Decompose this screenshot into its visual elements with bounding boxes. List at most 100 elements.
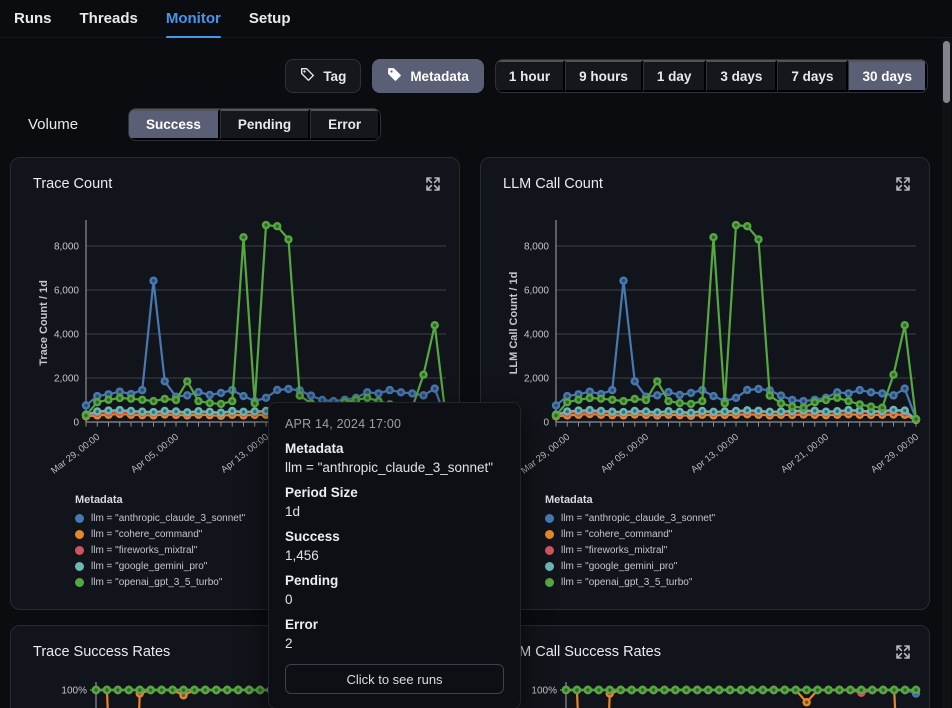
legend-item-label: llm = "cohere_command" (561, 529, 672, 540)
volume-tab-error[interactable]: Error (310, 109, 380, 140)
nav-tab-monitor[interactable]: Monitor (166, 0, 221, 38)
legend-item[interactable]: llm = "google_gemini_pro" (545, 558, 715, 574)
range-button-1-day[interactable]: 1 day (643, 60, 707, 92)
svg-text:Apr 13, 00:00: Apr 13, 00:00 (219, 432, 271, 476)
llm-call-count-chart[interactable]: 02,0004,0006,0008,000Mar 29, 00:00Apr 05… (481, 190, 931, 490)
volume-tab-pending[interactable]: Pending (220, 109, 310, 140)
range-button-1-hour[interactable]: 1 hour (496, 60, 565, 92)
nav-tab-setup[interactable]: Setup (249, 0, 291, 38)
tooltip-row-value: llm = "anthropic_claude_3_sonnet" (285, 460, 504, 475)
svg-text:Apr 21, 00:00: Apr 21, 00:00 (779, 432, 831, 476)
filter-row: Tag Metadata 1 hour9 hours1 day3 days7 d… (0, 59, 936, 93)
legend-dot-icon (545, 514, 554, 523)
tooltip-row-label: Pending (285, 573, 504, 588)
legend-item-label: llm = "cohere_command" (91, 529, 202, 540)
tooltip-row-label: Metadata (285, 441, 504, 456)
range-button-30-days[interactable]: 30 days (848, 60, 927, 92)
range-button-9-hours[interactable]: 9 hours (565, 60, 643, 92)
legend-item[interactable]: llm = "anthropic_claude_3_sonnet" (75, 510, 245, 526)
svg-text:100%: 100% (531, 686, 557, 697)
tooltip-row-label: Error (285, 617, 504, 632)
llm-call-count-card: LLM Call Count 02,0004,0006,0008,000Mar … (480, 157, 930, 610)
legend-item-label: llm = "fireworks_mixtral" (91, 545, 197, 556)
legend-dot-icon (75, 562, 84, 571)
legend-dot-icon (545, 530, 554, 539)
scrollbar[interactable] (942, 39, 951, 708)
tooltip-row-value: 0 (285, 592, 504, 607)
svg-text:6,000: 6,000 (54, 286, 79, 297)
tag-filter-button[interactable]: Tag (285, 59, 361, 93)
metadata-filter-label: Metadata (410, 69, 469, 84)
svg-text:4,000: 4,000 (54, 330, 79, 341)
legend-item[interactable]: llm = "google_gemini_pro" (75, 558, 245, 574)
svg-text:Mar 29, 00:00: Mar 29, 00:00 (49, 432, 102, 477)
svg-text:100%: 100% (61, 686, 87, 697)
time-range-group: 1 hour9 hours1 day3 days7 days30 days (495, 59, 928, 93)
chart-legend: Metadata llm = "anthropic_claude_3_sonnet… (75, 494, 245, 590)
legend-title: Metadata (75, 494, 245, 506)
tooltip-row: Period Size1d (285, 485, 504, 519)
volume-tab-success[interactable]: Success (129, 109, 220, 140)
legend-dot-icon (545, 546, 554, 555)
volume-label: Volume (28, 116, 78, 133)
top-nav: Runs Threads Monitor Setup (0, 0, 952, 38)
svg-text:Apr 05, 00:00: Apr 05, 00:00 (129, 432, 181, 476)
legend-item-label: llm = "openai_gpt_3_5_turbo" (91, 577, 222, 588)
legend-item[interactable]: llm = "cohere_command" (545, 526, 715, 542)
scrollbar-thumb[interactable] (943, 41, 950, 103)
nav-tab-threads[interactable]: Threads (80, 0, 138, 38)
monitor-page: Runs Threads Monitor Setup Tag Metadata 1 h… (0, 0, 952, 708)
svg-text:8,000: 8,000 (524, 242, 549, 253)
range-button-7-days[interactable]: 7 days (777, 60, 848, 92)
svg-text:4,000: 4,000 (524, 330, 549, 341)
tag-icon (300, 67, 315, 85)
tooltip-row: Pending 0 (285, 573, 504, 607)
svg-text:6,000: 6,000 (524, 286, 549, 297)
llm-call-success-rates-card: LLM Call Success Rates 100% (480, 625, 930, 708)
legend-dot-icon (545, 562, 554, 571)
svg-text:0: 0 (543, 418, 549, 429)
legend-item-label: llm = "anthropic_claude_3_sonnet" (561, 513, 715, 524)
legend-dot-icon (545, 578, 554, 587)
svg-text:Apr 29, 00:00: Apr 29, 00:00 (869, 432, 921, 476)
tooltip-row-value: 1d (285, 504, 504, 519)
legend-item[interactable]: llm = "openai_gpt_3_5_turbo" (545, 574, 715, 590)
metadata-filter-button[interactable]: Metadata (372, 59, 484, 93)
legend-item-label: llm = "google_gemini_pro" (91, 561, 207, 572)
svg-text:0: 0 (73, 418, 79, 429)
tooltip-date: APR 14, 2024 17:00 (285, 417, 504, 431)
nav-tab-runs[interactable]: Runs (14, 0, 52, 38)
legend-item-label: llm = "openai_gpt_3_5_turbo" (561, 577, 692, 588)
legend-item-label: llm = "anthropic_claude_3_sonnet" (91, 513, 245, 524)
svg-text:Apr 13, 00:00: Apr 13, 00:00 (689, 432, 741, 476)
svg-text:8,000: 8,000 (54, 242, 79, 253)
tooltip-row: Error 2 (285, 617, 504, 651)
svg-text:Apr 05, 00:00: Apr 05, 00:00 (599, 432, 651, 476)
legend-item[interactable]: llm = "cohere_command" (75, 526, 245, 542)
llm-call-success-rates-chart[interactable]: 100% (481, 658, 931, 708)
tooltip-row-label: Success (285, 529, 504, 544)
legend-item-label: llm = "fireworks_mixtral" (561, 545, 667, 556)
legend-dot-icon (75, 530, 84, 539)
chart-legend: Metadatallm = "anthropic_claude_3_sonnet… (545, 494, 715, 590)
svg-text:LLM Call Count / 1d: LLM Call Count / 1d (508, 272, 520, 375)
tooltip-row-value: 1,456 (285, 548, 504, 563)
legend-item[interactable]: llm = "anthropic_claude_3_sonnet" (545, 510, 715, 526)
tooltip-row-value: 2 (285, 636, 504, 651)
legend-dot-icon (75, 578, 84, 587)
svg-text:2,000: 2,000 (54, 374, 79, 385)
volume-tabs: SuccessPendingError (128, 108, 381, 141)
click-to-see-runs-button[interactable]: Click to see runs (285, 664, 504, 694)
tooltip-row: Metadata llm = "anthropic_claude_3_sonnet… (285, 441, 504, 475)
legend-item-label: llm = "google_gemini_pro" (561, 561, 677, 572)
volume-row: Volume SuccessPendingError (28, 108, 381, 141)
legend-dot-icon (75, 514, 84, 523)
legend-item[interactable]: llm = "openai_gpt_3_5_turbo" (75, 574, 245, 590)
legend-item[interactable]: llm = "fireworks_mixtral" (75, 542, 245, 558)
range-button-3-days[interactable]: 3 days (706, 60, 777, 92)
legend-item[interactable]: llm = "fireworks_mixtral" (545, 542, 715, 558)
tag-filter-label: Tag (323, 69, 346, 84)
legend-dot-icon (75, 546, 84, 555)
svg-text:Mar 29, 00:00: Mar 29, 00:00 (519, 432, 572, 477)
tag-filled-icon (387, 67, 402, 85)
